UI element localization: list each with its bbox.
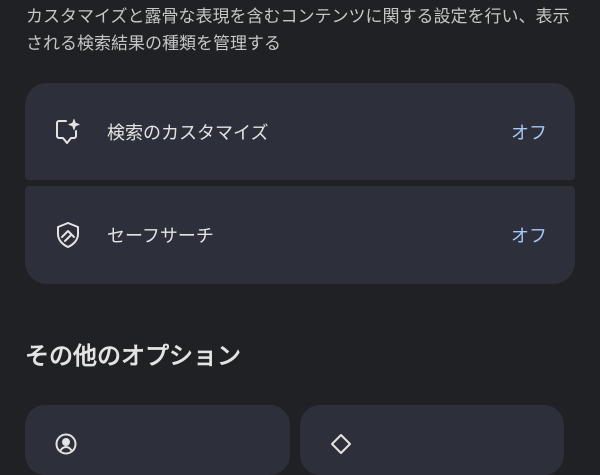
safesearch-value: オフ (511, 226, 547, 247)
diamond-icon (330, 433, 352, 455)
safesearch-label: セーフサーチ (107, 226, 214, 247)
sparkle-bubble-icon (55, 118, 81, 146)
shield-icon (55, 221, 81, 249)
other-option-tile-account[interactable] (25, 405, 290, 475)
search-customization-row[interactable]: 検索のカスタマイズ オフ (25, 83, 575, 180)
search-customization-value: オフ (511, 122, 547, 144)
safesearch-row[interactable]: セーフサーチ オフ (25, 186, 575, 284)
other-option-tile-diamond[interactable] (300, 405, 564, 475)
search-customization-label: 検索のカスタマイズ (107, 122, 269, 144)
other-options-heading: その他のオプション (25, 342, 241, 370)
settings-description: カスタマイズと露骨な表現を含むコンテンツに関する設定を行い、表示される検索結果の… (26, 7, 570, 54)
account-circle-icon (55, 433, 77, 455)
